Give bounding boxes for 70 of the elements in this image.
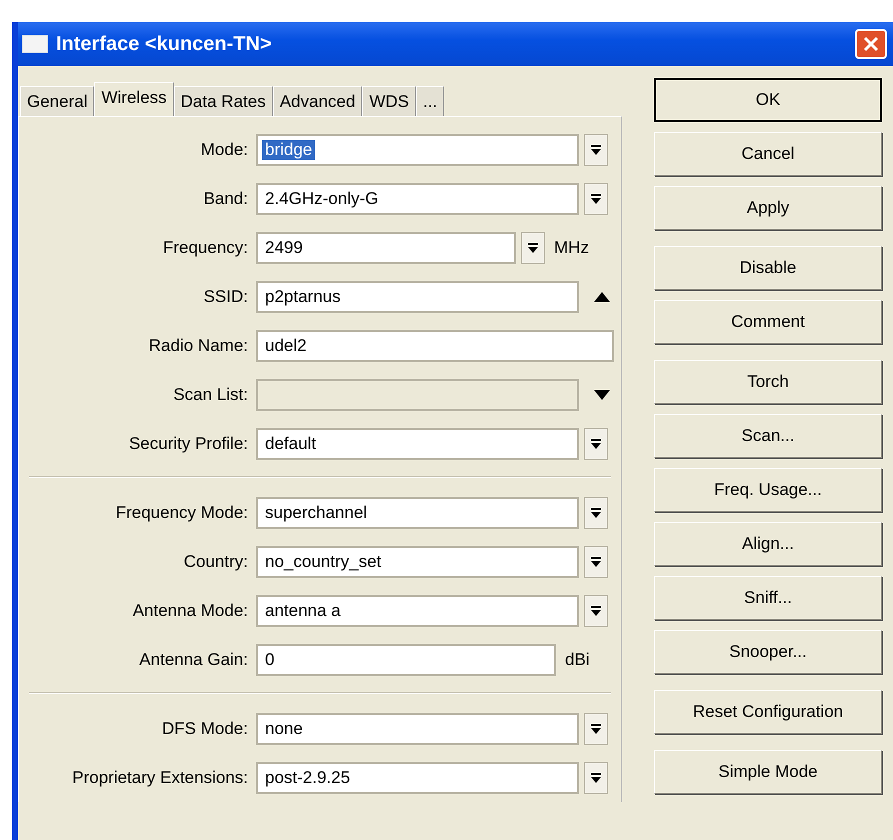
dropdown-field[interactable]: default	[256, 428, 579, 460]
dropdown-field[interactable]: bridge	[256, 134, 579, 166]
dialog-button[interactable]: Cancel	[654, 132, 882, 176]
dropdown-button[interactable]	[584, 594, 608, 626]
dropdown-arrow-icon	[527, 242, 539, 254]
field-label: Band:	[202, 188, 249, 208]
dialog-button[interactable]: Scan...	[654, 414, 882, 458]
dropdown-button[interactable]	[584, 762, 608, 794]
dropdown-field[interactable]: post-2.9.25	[256, 762, 579, 794]
tab[interactable]: General	[20, 86, 94, 116]
dialog-button[interactable]: Apply	[654, 186, 882, 230]
unit-label: dBi	[565, 650, 590, 670]
dialog-button[interactable]: Simple Mode	[654, 750, 882, 794]
field-label: Country:	[182, 552, 249, 572]
dialog-button[interactable]: Sniff...	[654, 576, 882, 620]
dropdown-field[interactable]: none	[256, 712, 579, 744]
dropdown-button[interactable]	[521, 232, 545, 264]
dialog-button[interactable]: Comment	[654, 300, 882, 344]
dropdown-button[interactable]	[584, 496, 608, 528]
collapse-arrow-icon[interactable]	[594, 292, 610, 302]
field-label: Proprietary Extensions:	[71, 768, 249, 788]
close-button[interactable]	[855, 29, 887, 59]
dropdown-button[interactable]	[584, 546, 608, 578]
dropdown-button[interactable]	[584, 182, 608, 214]
dialog-button[interactable]: Align...	[654, 522, 882, 566]
dropdown-field[interactable]: antenna a	[256, 594, 579, 626]
dropdown-arrow-icon	[590, 722, 602, 734]
dropdown-button[interactable]	[584, 428, 608, 460]
dropdown-arrow-icon	[590, 438, 602, 450]
tab[interactable]: Wireless	[94, 82, 174, 116]
tab[interactable]: ...	[416, 86, 444, 116]
tab[interactable]: Data Rates	[174, 86, 273, 116]
dialog-button[interactable]: Snooper...	[654, 630, 882, 674]
dropdown-field[interactable]: no_country_set	[256, 546, 579, 578]
dialog-button[interactable]: Freq. Usage...	[654, 468, 882, 512]
field-label: DFS Mode:	[161, 718, 249, 738]
dropdown-field[interactable]: superchannel	[256, 496, 579, 528]
field-label: SSID:	[202, 286, 249, 306]
window-icon	[22, 35, 48, 53]
field-label: Antenna Gain:	[138, 650, 249, 670]
text-field[interactable]: udel2	[256, 330, 614, 362]
dialog-button[interactable]: Torch	[654, 360, 882, 404]
dropdown-field[interactable]: 2.4GHz-only-G	[256, 182, 579, 214]
dropdown-arrow-icon	[590, 144, 602, 156]
dropdown-arrow-icon	[590, 192, 602, 204]
field-label: Frequency Mode:	[114, 502, 249, 522]
field-label: Radio Name:	[148, 336, 249, 356]
dialog-button[interactable]: Disable	[654, 246, 882, 290]
dropdown-arrow-icon	[590, 604, 602, 616]
field-label: Scan List:	[172, 384, 249, 404]
field-label: Security Profile:	[128, 434, 249, 454]
text-field[interactable]: p2ptarnus	[256, 280, 579, 312]
tab[interactable]: WDS	[362, 86, 416, 116]
close-icon	[861, 34, 881, 54]
dropdown-button[interactable]	[584, 712, 608, 744]
window-title: Interface <kuncen-TN>	[56, 32, 273, 56]
field-label: Mode:	[200, 140, 249, 160]
dropdown-arrow-icon	[590, 772, 602, 784]
dropdown-field[interactable]: 2499	[256, 232, 516, 264]
dropdown-button[interactable]	[584, 134, 608, 166]
expand-arrow-icon[interactable]	[594, 390, 610, 400]
field-label: Antenna Mode:	[132, 600, 249, 620]
field-label: Frequency:	[162, 238, 249, 258]
dropdown-arrow-icon	[590, 556, 602, 568]
dialog-button[interactable]: Reset Configuration	[654, 690, 882, 734]
text-field[interactable]: 0	[256, 644, 556, 676]
dropdown-arrow-icon	[590, 506, 602, 518]
tab[interactable]: Advanced	[272, 86, 362, 116]
unit-label: MHz	[554, 238, 589, 258]
dialog-button[interactable]: OK	[654, 78, 882, 122]
